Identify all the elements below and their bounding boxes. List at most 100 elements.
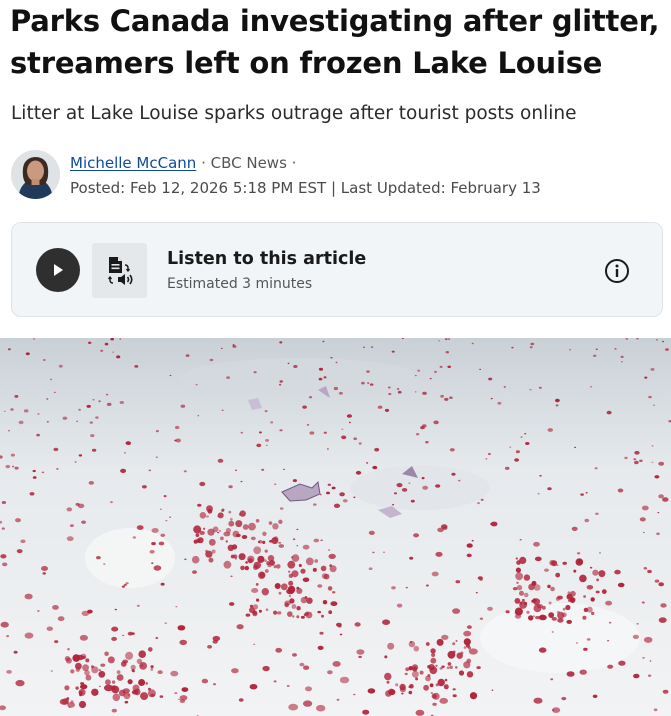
- glitter-speck: [620, 355, 624, 358]
- glitter-speck: [197, 415, 200, 417]
- glitter-speck: [151, 528, 159, 533]
- glitter-speck: [305, 557, 314, 566]
- glitter-speck: [410, 499, 415, 503]
- glitter-speck: [463, 646, 467, 649]
- glitter-speck: [479, 368, 481, 370]
- glitter-speck: [540, 614, 545, 619]
- glitter-speck: [515, 572, 523, 581]
- glitter-speck: [257, 555, 265, 563]
- glitter-speck: [567, 591, 571, 595]
- glitter-speck: [491, 689, 494, 691]
- glitter-speck: [399, 683, 406, 691]
- glitter-speck: [274, 583, 281, 589]
- glitter-speck: [444, 678, 448, 682]
- glitter-speck: [415, 433, 420, 436]
- glitter-speck: [320, 539, 323, 542]
- glitter-speck: [279, 507, 284, 510]
- glitter-speck: [551, 631, 554, 633]
- glitter-speck: [296, 615, 300, 619]
- glitter-speck: [339, 676, 350, 684]
- glitter-speck: [356, 649, 365, 655]
- glitter-speck: [341, 428, 344, 430]
- glitter-speck: [89, 421, 94, 424]
- glitter-speck: [633, 458, 637, 461]
- glitter-speck: [658, 582, 664, 587]
- glitter-speck: [313, 503, 317, 506]
- glitter-speck: [529, 346, 533, 349]
- glitter-speck: [253, 546, 262, 555]
- glitter-speck: [192, 570, 197, 574]
- glitter-speck: [368, 567, 373, 570]
- glitter-speck: [327, 670, 333, 675]
- glitter-speck: [555, 404, 559, 407]
- glitter-speck: [175, 606, 178, 608]
- glitter-speck: [409, 556, 414, 560]
- glitter-speck: [37, 610, 40, 612]
- author-avatar[interactable]: [11, 150, 60, 199]
- play-icon: [54, 264, 63, 276]
- glitter-speck: [253, 371, 257, 374]
- glitter-speck: [316, 704, 326, 712]
- glitter-speck: [221, 509, 225, 512]
- glitter-speck: [643, 567, 648, 570]
- glitter-speck: [150, 665, 154, 669]
- glitter-speck: [401, 692, 404, 695]
- glitter-speck: [170, 670, 179, 677]
- glitter-speck: [141, 485, 147, 489]
- glitter-speck: [330, 356, 333, 359]
- glitter-speck: [445, 351, 449, 354]
- glitter-speck: [299, 662, 305, 667]
- glitter-speck: [408, 482, 411, 484]
- article-photo: [0, 337, 671, 716]
- glitter-speck: [220, 536, 224, 541]
- glitter-speck: [56, 468, 59, 470]
- glitter-speck: [155, 637, 159, 639]
- glitter-speck: [322, 600, 328, 605]
- glitter-speck: [201, 678, 209, 684]
- info-button[interactable]: [604, 258, 630, 284]
- glitter-speck: [125, 441, 131, 445]
- glitter-speck: [296, 586, 300, 590]
- glitter-speck: [250, 604, 253, 608]
- glitter-speck: [155, 456, 158, 458]
- glitter-speck: [469, 692, 478, 700]
- glitter-speck: [84, 670, 90, 676]
- glitter-speck: [91, 666, 99, 674]
- glitter-speck: [341, 435, 347, 440]
- glitter-speck: [29, 492, 35, 496]
- glitter-speck: [103, 563, 106, 565]
- glitter-speck: [656, 532, 660, 536]
- glitter-speck: [333, 386, 339, 391]
- glitter-speck: [7, 348, 11, 351]
- glitter-speck: [318, 377, 323, 381]
- glitter-speck: [338, 391, 343, 395]
- glitter-speck: [405, 586, 408, 589]
- glitter-speck: [476, 666, 481, 670]
- glitter-speck: [455, 580, 461, 584]
- glitter-speck: [0, 554, 7, 559]
- glitter-speck: [14, 395, 19, 398]
- glitter-speck: [78, 408, 81, 411]
- glitter-speck: [240, 565, 245, 571]
- glitter-speck: [228, 485, 233, 489]
- glitter-speck: [150, 668, 154, 671]
- glitter-speck: [18, 420, 24, 425]
- glitter-speck: [384, 655, 388, 659]
- glitter-speck: [565, 604, 571, 611]
- glitter-speck: [566, 671, 575, 677]
- glitter-speck: [391, 350, 395, 353]
- glitter-speck: [199, 512, 207, 519]
- glitter-speck: [75, 502, 80, 506]
- glitter-speck: [466, 553, 472, 558]
- glitter-speck: [309, 431, 315, 435]
- play-button[interactable]: [36, 248, 80, 292]
- glitter-speck: [515, 450, 521, 454]
- author-link[interactable]: Michelle McCann: [70, 154, 196, 172]
- glitter-speck: [304, 611, 310, 616]
- glitter-speck: [566, 619, 572, 624]
- glitter-speck: [75, 667, 81, 672]
- glitter-speck: [634, 450, 640, 455]
- glitter-speck: [660, 603, 667, 608]
- glitter-speck: [397, 390, 402, 394]
- glitter-speck: [528, 583, 535, 591]
